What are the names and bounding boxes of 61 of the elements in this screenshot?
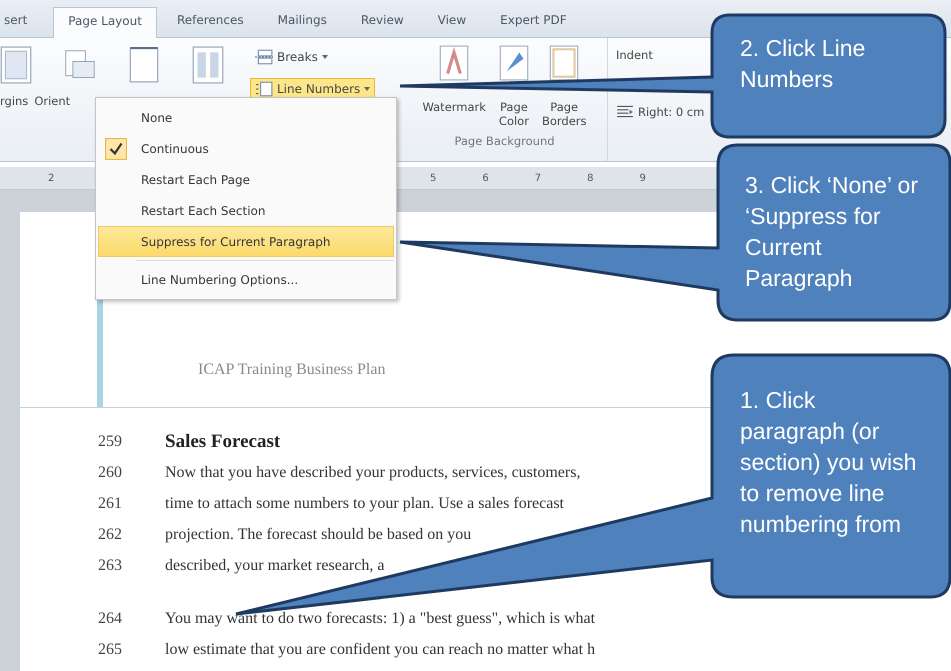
menu-item[interactable]: Restart Each Section (98, 195, 394, 226)
breaks-icon (255, 49, 273, 65)
ruler-number: 9 (640, 172, 646, 184)
line-number: 260 (97, 462, 123, 482)
line-number: 265 (97, 640, 123, 660)
page-background-button[interactable]: Page Color (498, 44, 530, 128)
body-text: projection. The forecast should be based on you (165, 524, 472, 544)
body-text: You may want to do two forecasts: 1) a "best guess", which is what (165, 608, 596, 628)
ribbon-tab[interactable]: Mailings (264, 9, 341, 37)
line-number: 259 (97, 432, 123, 452)
columns-icon[interactable] (192, 46, 224, 84)
menu-item[interactable]: Continuous (98, 133, 394, 164)
menu-item[interactable]: Line Numbering Options... (98, 264, 394, 295)
margins-icon[interactable] (0, 46, 32, 84)
ribbon-label: Page (500, 100, 528, 114)
indent-label: Indent (616, 48, 654, 62)
page-icon (498, 44, 530, 82)
ruler-number: 5 (430, 172, 436, 184)
ribbon-label: Color (498, 114, 529, 128)
ribbon-tab[interactable]: View (424, 9, 480, 37)
ruler-number: 6 (482, 172, 489, 184)
callout-text: 3. Click ‘None’ or ‘Suppress for Current Paragraph (745, 171, 919, 294)
line-number: 263 (97, 556, 123, 576)
page-icon (548, 44, 580, 82)
menu-item[interactable]: None (98, 102, 394, 133)
menu-item[interactable]: Restart Each Page (98, 164, 394, 195)
ruler-number: 2 (48, 172, 54, 184)
page-background-button[interactable]: Watermark (422, 44, 486, 128)
caret-icon (322, 55, 328, 59)
page-background-button[interactable]: Page Borders (542, 44, 586, 128)
callout-text: 2. Click Line Numbers (740, 34, 866, 94)
page-icon (438, 44, 470, 82)
body-text: low estimate that you are confident you can reach no matter what h (165, 640, 596, 660)
ribbon-label: Page (550, 100, 578, 114)
ribbon-tab[interactable]: References (162, 9, 258, 37)
ruler-number: 8 (587, 172, 594, 184)
body-text: time to attach some numbers to your plan. Use a sales forecast (165, 494, 564, 514)
line-number: 261 (97, 494, 123, 514)
ribbon-label: Watermark (422, 100, 486, 114)
page-size-icon[interactable] (128, 46, 160, 84)
body-text: Now that you have described your products, services, customers, (165, 462, 580, 482)
ruler-number: 7 (534, 172, 542, 184)
ribbon-label: Borders (542, 114, 586, 128)
group-label: Page Background (454, 134, 555, 148)
breaks-button[interactable]: Breaks (250, 46, 333, 68)
caret-icon (364, 87, 370, 91)
right-indent-label: Right: 0 cm (638, 105, 704, 119)
ribbon-tab[interactable]: sert (0, 9, 42, 37)
indent-right-icon (616, 104, 634, 120)
line-number: 262 (97, 524, 123, 544)
line-number: 264 (97, 608, 123, 628)
ribbon-tab[interactable]: Expert PDF (486, 9, 581, 37)
page-header: ICAP Training Business Plan (198, 361, 386, 379)
ribbon-tab[interactable]: Review (346, 9, 418, 37)
ribbon-tab[interactable]: Page Layout (53, 7, 157, 38)
ribbon-label: Orient (34, 94, 70, 108)
ribbon-label: rgins (0, 94, 28, 108)
menu-item[interactable]: Suppress for Current Paragraph (98, 226, 394, 257)
heading: Sales Forecast (165, 432, 280, 452)
callout-text: 1. Click paragraph (or section) you wish to remove line numbering from (740, 386, 918, 540)
body-text: described, your market research, a (165, 556, 384, 576)
